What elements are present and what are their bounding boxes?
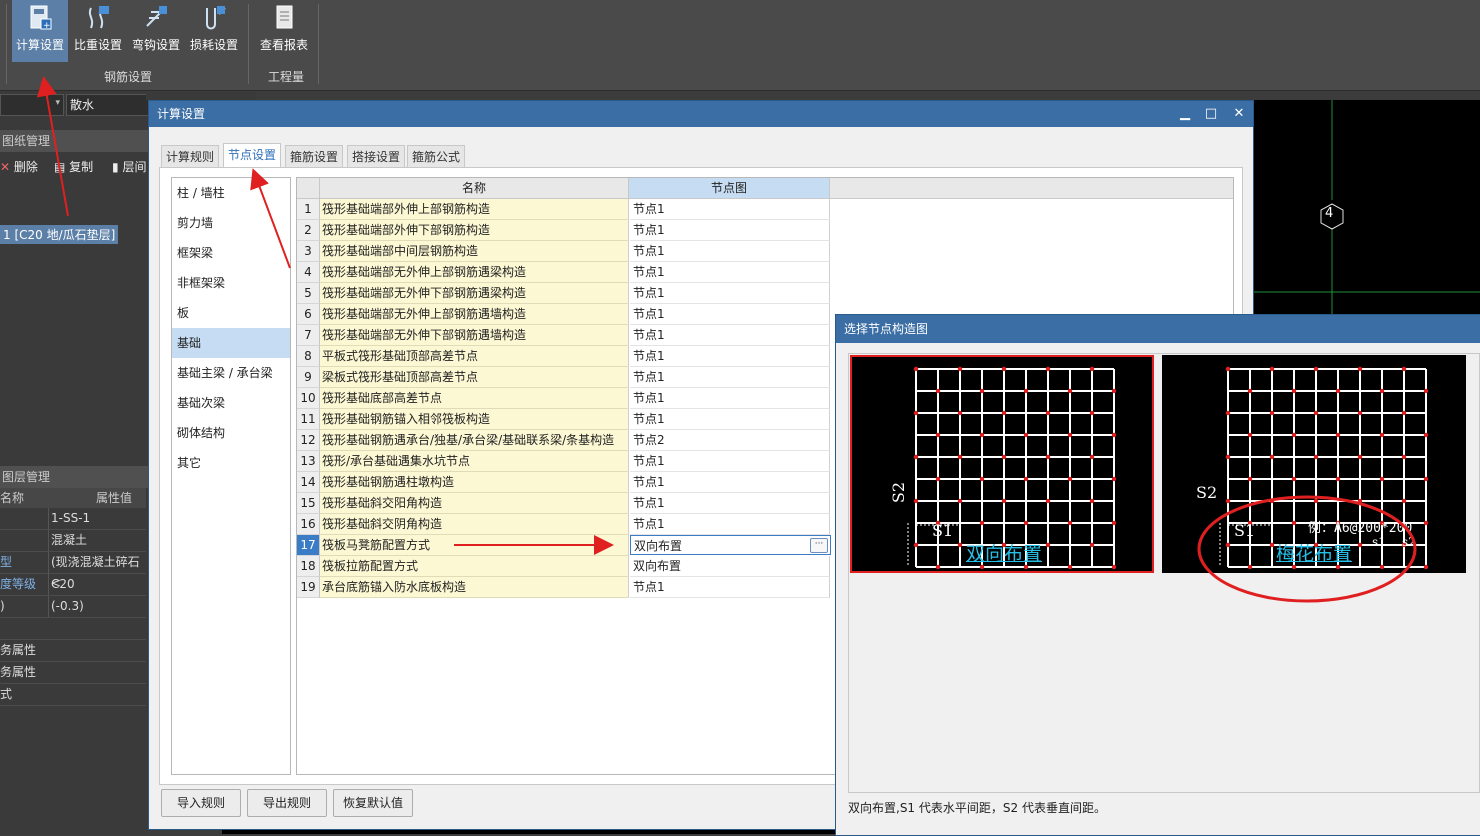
annotation-overlay	[36, 76, 1417, 603]
annotation-arrow-ribbon	[36, 76, 69, 217]
annotation-arrow-tab	[250, 168, 291, 269]
annotation-circle	[1197, 495, 1417, 603]
